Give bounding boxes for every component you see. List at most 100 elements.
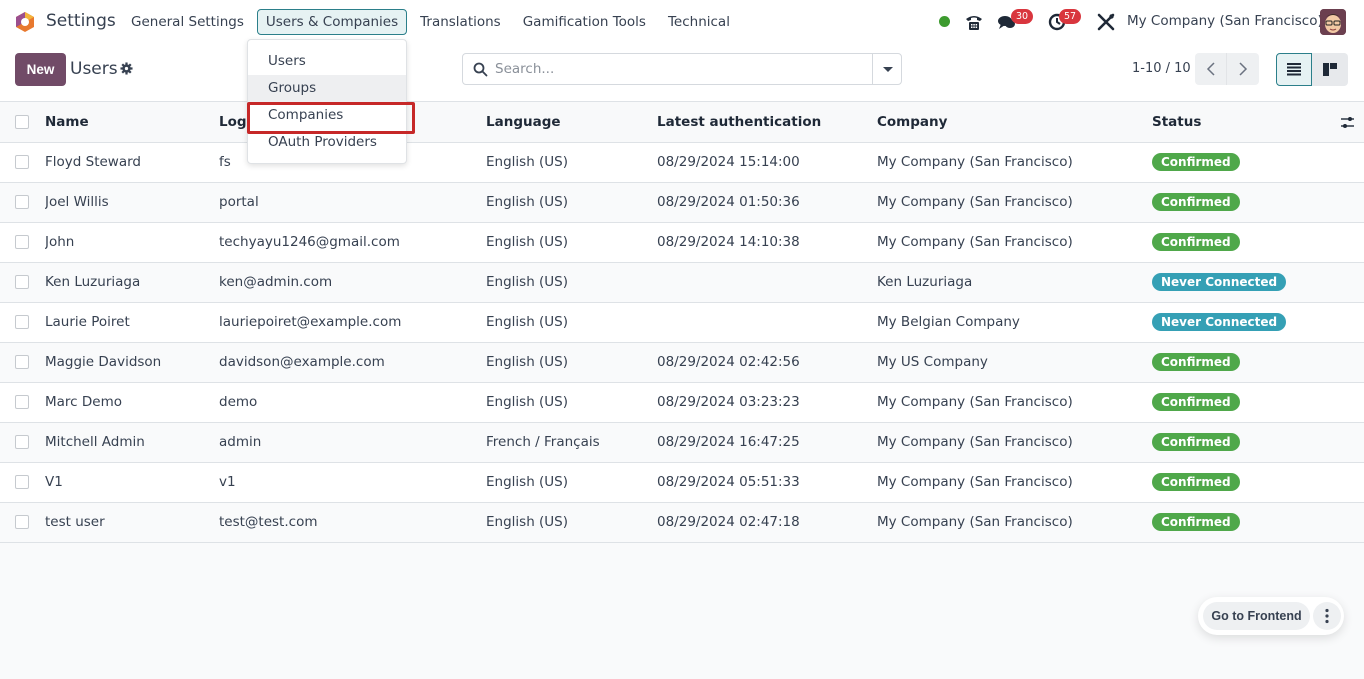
table-row[interactable]: Marc Demo demo English (US) 08/29/2024 03:2…: [0, 382, 1364, 423]
dropdown-item-users[interactable]: Users: [248, 48, 406, 75]
cell-company: My Company (San Francisco): [877, 222, 1152, 263]
column-header-name[interactable]: Name: [45, 102, 219, 143]
cell-latest-authentication: 08/29/2024 03:23:23: [657, 382, 877, 423]
cell-login: ken@admin.com: [219, 262, 486, 303]
table-header-row: Name Login Language Latest authenticatio…: [0, 102, 1364, 143]
status-badge: Never Connected: [1152, 273, 1287, 291]
table-row[interactable]: Ken Luzuriaga ken@admin.com English (US) Ke…: [0, 262, 1364, 303]
more-options-button[interactable]: [1313, 602, 1341, 630]
cell-company: My Company (San Francisco): [877, 422, 1152, 463]
top-navbar: Settings General Settings Users & Compan…: [0, 0, 1364, 44]
row-checkbox[interactable]: [15, 155, 29, 169]
cell-company: My Company (San Francisco): [877, 142, 1152, 183]
gear-icon[interactable]: [120, 62, 133, 75]
cell-status: Confirmed: [1152, 502, 1364, 543]
cell-company: My Company (San Francisco): [877, 502, 1152, 543]
dropdown-item-oauth-providers[interactable]: OAuth Providers: [248, 129, 406, 156]
activities-badge: 57: [1059, 9, 1082, 24]
phone-icon[interactable]: [964, 12, 984, 32]
table-body: Floyd Steward fs English (US) 08/29/2024 15…: [0, 142, 1364, 543]
pager-next-button[interactable]: [1227, 53, 1259, 85]
table-row[interactable]: V1 v1 English (US) 08/29/2024 05:51:33 My Co…: [0, 462, 1364, 503]
row-checkbox[interactable]: [15, 355, 29, 369]
debug-tools-icon[interactable]: [1096, 12, 1116, 32]
cell-latest-authentication: [657, 262, 877, 303]
column-header-company[interactable]: Company: [877, 102, 1152, 143]
new-button[interactable]: New: [15, 53, 66, 86]
table-row[interactable]: Laurie Poiret lauriepoiret@example.com Eng…: [0, 302, 1364, 343]
row-checkbox[interactable]: [15, 275, 29, 289]
cell-name: John: [45, 222, 219, 263]
go-to-frontend-button[interactable]: Go to Frontend: [1203, 602, 1310, 630]
table-row[interactable]: Floyd Steward fs English (US) 08/29/2024 15…: [0, 142, 1364, 183]
row-checkbox[interactable]: [15, 435, 29, 449]
dropdown-item-companies[interactable]: Companies: [247, 102, 415, 134]
cell-language: English (US): [486, 302, 657, 343]
odoo-settings-logo-icon[interactable]: [14, 11, 36, 33]
row-checkbox[interactable]: [15, 395, 29, 409]
cell-status: Confirmed: [1152, 182, 1364, 223]
table-row[interactable]: John techyayu1246@gmail.com English (US) 08…: [0, 222, 1364, 263]
select-all-checkbox[interactable]: [15, 114, 29, 129]
column-header-status[interactable]: Status: [1152, 102, 1364, 143]
menu-gamification-tools[interactable]: Gamification Tools: [514, 9, 655, 35]
row-checkbox[interactable]: [15, 235, 29, 249]
table-row[interactable]: Maggie Davidson davidson@example.com Engli…: [0, 342, 1364, 383]
dropdown-item-groups[interactable]: Groups: [248, 75, 406, 102]
column-header-latest-authentication[interactable]: Latest authentication: [657, 102, 877, 143]
cell-company: My Company (San Francisco): [877, 462, 1152, 503]
kanban-view-button[interactable]: [1312, 53, 1348, 86]
cell-language: English (US): [486, 342, 657, 383]
table-row[interactable]: test user test@test.com English (US) 08/29/…: [0, 502, 1364, 543]
cell-status: Confirmed: [1152, 462, 1364, 503]
cell-login: test@test.com: [219, 502, 486, 543]
list-view-button[interactable]: [1276, 53, 1312, 86]
status-badge: Confirmed: [1152, 393, 1240, 411]
menu-users-companies[interactable]: Users & Companies: [256, 9, 408, 35]
cell-language: English (US): [486, 382, 657, 423]
row-checkbox[interactable]: [15, 315, 29, 329]
table-row[interactable]: Mitchell Admin admin French / Français 08/2…: [0, 422, 1364, 463]
cell-status: Never Connected: [1152, 262, 1364, 303]
menu-technical[interactable]: Technical: [659, 9, 739, 35]
cell-language: English (US): [486, 502, 657, 543]
cell-name: Ken Luzuriaga: [45, 262, 219, 303]
search-input[interactable]: [495, 59, 865, 79]
status-badge: Confirmed: [1152, 473, 1240, 491]
cell-latest-authentication: 08/29/2024 05:51:33: [657, 462, 877, 503]
cell-company: My Company (San Francisco): [877, 382, 1152, 423]
breadcrumb-title: Users: [70, 59, 118, 79]
status-badge: Confirmed: [1152, 153, 1240, 171]
users-companies-dropdown: Users Groups Companies OAuth Providers: [247, 39, 415, 164]
status-badge: Confirmed: [1152, 233, 1240, 251]
cell-company: My Company (San Francisco): [877, 182, 1152, 223]
menu-translations[interactable]: Translations: [411, 9, 510, 35]
cell-login: demo: [219, 382, 486, 423]
chevron-left-icon: [1206, 62, 1215, 76]
row-checkbox[interactable]: [15, 515, 29, 529]
pager-previous-button[interactable]: [1195, 53, 1227, 85]
optional-columns-icon[interactable]: [1340, 115, 1355, 130]
table-row[interactable]: Joel Willis portal English (US) 08/29/2024 …: [0, 182, 1364, 223]
cell-login: techyayu1246@gmail.com: [219, 222, 486, 263]
cell-latest-authentication: 08/29/2024 02:42:56: [657, 342, 877, 383]
cell-language: English (US): [486, 142, 657, 183]
user-avatar[interactable]: [1320, 9, 1346, 35]
pager-value[interactable]: 1-10 / 10: [1132, 61, 1191, 76]
app-title[interactable]: Settings: [46, 11, 116, 31]
cell-latest-authentication: 08/29/2024 14:10:38: [657, 222, 877, 263]
cell-latest-authentication: 08/29/2024 15:14:00: [657, 142, 877, 183]
status-badge: Confirmed: [1152, 433, 1240, 451]
column-header-language[interactable]: Language: [486, 102, 657, 143]
cell-language: English (US): [486, 222, 657, 263]
row-checkbox[interactable]: [15, 475, 29, 489]
control-panel: New Users 1-10 / 10: [0, 44, 1364, 102]
search-options-toggle[interactable]: [872, 54, 901, 84]
row-checkbox[interactable]: [15, 195, 29, 209]
cell-name: Laurie Poiret: [45, 302, 219, 343]
cell-company: My US Company: [877, 342, 1152, 383]
cell-language: French / Français: [486, 422, 657, 463]
company-switcher[interactable]: My Company (San Francisco): [1127, 13, 1323, 29]
menu-general-settings[interactable]: General Settings: [122, 9, 253, 35]
chevron-right-icon: [1239, 62, 1248, 76]
